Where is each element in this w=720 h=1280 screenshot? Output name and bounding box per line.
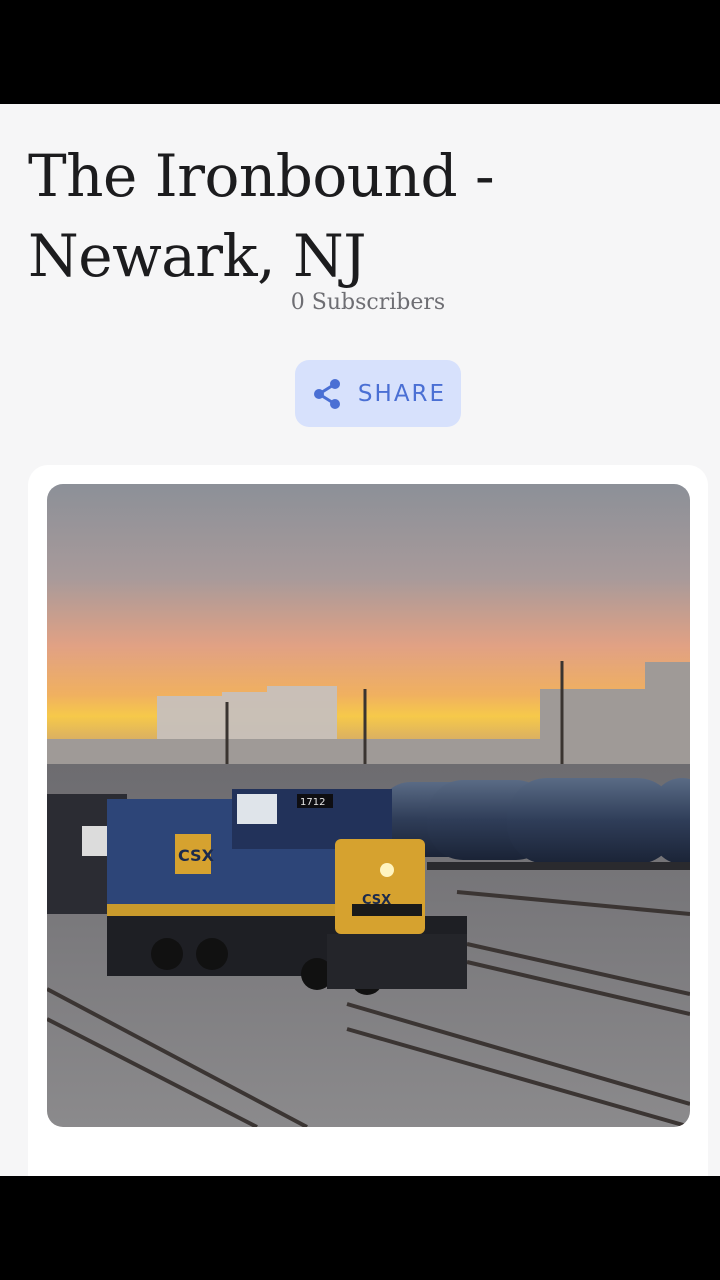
page-content: The Ironbound - Newark, NJ 0 Subscribers… xyxy=(0,104,720,1176)
subscriber-count: 0 Subscribers xyxy=(290,290,446,315)
navigation-bar xyxy=(0,1176,720,1280)
share-label: SHARE xyxy=(357,380,447,407)
photo-card[interactable]: CSX CSX 1712 xyxy=(28,465,708,1176)
share-icon xyxy=(310,377,344,411)
status-bar xyxy=(0,0,720,104)
train-yard-photo[interactable]: CSX CSX 1712 xyxy=(47,484,690,1127)
page-title: The Ironbound - Newark, NJ xyxy=(28,142,495,290)
nose-csx-mark: CSX xyxy=(362,893,391,908)
number-board: 1712 xyxy=(300,797,325,808)
share-button[interactable]: SHARE xyxy=(295,360,461,427)
side-csx-logo: CSX xyxy=(178,846,215,865)
